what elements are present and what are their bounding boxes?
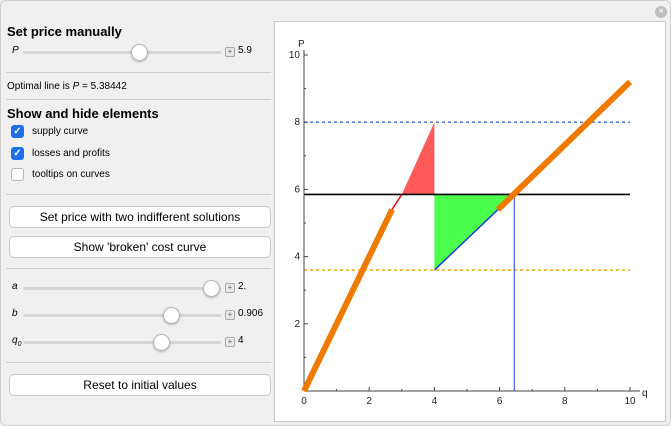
- p-slider-handle[interactable]: [131, 44, 149, 61]
- x-tick-label: 6: [497, 396, 503, 407]
- q0-slider-value: 4: [238, 335, 244, 346]
- a-slider-label: a: [12, 281, 18, 292]
- b-slider-handle[interactable]: [163, 307, 180, 324]
- y-tick-label: 6: [294, 184, 300, 195]
- a-slider-row: a + 2.: [1, 280, 273, 297]
- p-slider-label: P: [12, 45, 19, 56]
- a-slider-value: 2.: [238, 281, 247, 292]
- x-tick-label: 0: [301, 396, 307, 407]
- a-slider-track[interactable]: [23, 287, 221, 290]
- q0-slider-label: q0: [12, 335, 22, 348]
- supply-curve-left: [301, 208, 395, 393]
- x-tick-label: 4: [432, 396, 438, 407]
- supply-curve-checkbox[interactable]: ✓: [11, 125, 24, 138]
- x-tick-label: 10: [624, 396, 636, 407]
- a-expand-icon[interactable]: +: [225, 283, 235, 293]
- q0-slider-track[interactable]: [23, 341, 221, 344]
- y-tick-label: 10: [289, 50, 301, 61]
- x-tick-label: 8: [562, 396, 568, 407]
- losses-profits-label: losses and profits: [32, 148, 110, 159]
- broken-cost-button[interactable]: Show 'broken' cost curve: [9, 236, 271, 258]
- x-tick-label: 2: [366, 396, 372, 407]
- reset-button[interactable]: Reset to initial values: [9, 374, 271, 396]
- supply-curve-label: supply curve: [32, 126, 89, 137]
- x-axis-label: q: [642, 388, 648, 399]
- b-expand-icon[interactable]: +: [225, 310, 235, 320]
- optimal-line-text: Optimal line is P = 5.38442: [7, 81, 127, 92]
- tooltips-checkbox[interactable]: [11, 168, 24, 181]
- close-icon[interactable]: ×: [655, 6, 667, 18]
- b-slider-label: b: [12, 308, 18, 319]
- tooltips-label: tooltips on curves: [32, 169, 110, 180]
- q0-slider-row: q0 + 4: [1, 334, 273, 351]
- divider: [6, 194, 271, 195]
- q0-slider-handle[interactable]: [153, 334, 171, 351]
- y-tick-label: 2: [294, 319, 300, 330]
- supply-price-chart: 0 2 4 6 8 10 2 4 6 8 10 q P: [289, 39, 648, 407]
- b-slider-track[interactable]: [23, 314, 221, 317]
- y-axis-label: P: [298, 39, 305, 50]
- p-slider-row: P + 5.9: [1, 44, 273, 61]
- red-segment: [391, 194, 403, 210]
- control-panel: Set price manually P + 5.9 Optimal line …: [1, 1, 273, 425]
- b-slider-row: b + 0.906: [1, 307, 273, 324]
- divider: [6, 99, 271, 100]
- plot-panel: 0 2 4 6 8 10 2 4 6 8 10 q P: [274, 21, 666, 422]
- divider: [6, 362, 271, 363]
- a-slider-handle[interactable]: [202, 280, 220, 297]
- divider: [6, 268, 271, 269]
- p-slider-track[interactable]: [23, 51, 221, 54]
- divider: [6, 72, 271, 73]
- manual-heading: Set price manually: [7, 24, 122, 39]
- app-window: × Set price manually P + 5.9 Optimal lin…: [0, 0, 671, 426]
- y-tick-label: 8: [294, 117, 300, 128]
- q0-expand-icon[interactable]: +: [225, 337, 235, 347]
- losses-profits-checkbox[interactable]: ✓: [11, 147, 24, 160]
- supply-curve-right: [495, 79, 633, 212]
- p-expand-icon[interactable]: +: [225, 47, 235, 57]
- p-slider-value: 5.9: [238, 45, 252, 56]
- show-heading: Show and hide elements: [7, 106, 159, 121]
- loss-triangle: [401, 122, 435, 195]
- b-slider-value: 0.906: [238, 308, 264, 319]
- two-solutions-button[interactable]: Set price with two indifferent solutions: [9, 206, 271, 228]
- y-tick-label: 4: [294, 252, 300, 263]
